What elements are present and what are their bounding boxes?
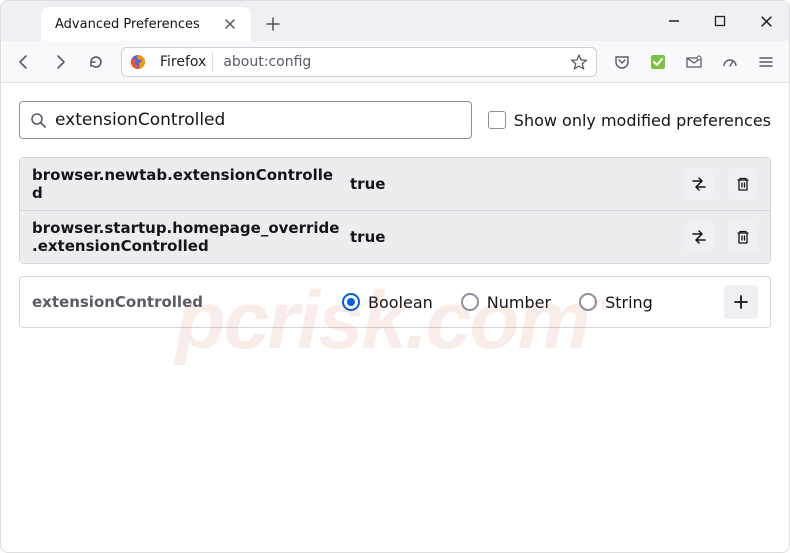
mail-icon[interactable]: [677, 47, 711, 77]
forward-button[interactable]: [43, 47, 77, 77]
radio-label: Number: [487, 293, 551, 312]
new-tab-button[interactable]: [257, 7, 289, 41]
dashboard-icon[interactable]: [713, 47, 747, 77]
window-close-button[interactable]: [743, 1, 789, 41]
radio-circle-icon: [579, 293, 597, 311]
pocket-icon[interactable]: [605, 47, 639, 77]
radio-number[interactable]: Number: [461, 293, 551, 312]
pref-value: true: [350, 228, 676, 246]
url-bar[interactable]: Firefox about:config: [121, 47, 597, 77]
toggle-button[interactable]: [684, 169, 714, 199]
tab-title: Advanced Preferences: [55, 17, 200, 32]
search-icon: [30, 112, 47, 129]
tab-active[interactable]: Advanced Preferences: [41, 7, 251, 41]
add-pref-button[interactable]: [724, 285, 758, 319]
search-value: extensionControlled: [55, 110, 225, 130]
bookmark-star-icon[interactable]: [570, 53, 588, 71]
url-identity: Firefox: [154, 52, 213, 72]
checkbox-box: [488, 111, 506, 129]
pref-row[interactable]: browser.startup.homepage_override.extens…: [20, 211, 770, 263]
window-minimize-button[interactable]: [651, 1, 697, 41]
delete-button[interactable]: [728, 169, 758, 199]
pref-table: browser.newtab.extensionControlled true …: [19, 157, 771, 264]
toggle-button[interactable]: [684, 222, 714, 252]
radio-label: Boolean: [368, 293, 433, 312]
radio-boolean[interactable]: Boolean: [342, 293, 433, 312]
firefox-icon: [130, 54, 146, 70]
pref-search-box[interactable]: extensionControlled: [19, 101, 472, 139]
delete-button[interactable]: [728, 222, 758, 252]
radio-label: String: [605, 293, 653, 312]
type-radio-group: Boolean Number String: [342, 293, 724, 312]
pref-value: true: [350, 175, 676, 193]
checkbox-label: Show only modified preferences: [514, 111, 771, 130]
pref-name: browser.newtab.extensionControlled: [32, 166, 342, 202]
toolbar: Firefox about:config: [1, 41, 789, 83]
radio-string[interactable]: String: [579, 293, 653, 312]
back-button[interactable]: [7, 47, 41, 77]
pref-row[interactable]: browser.newtab.extensionControlled true: [20, 158, 770, 211]
titlebar: Advanced Preferences: [1, 1, 789, 41]
radio-circle-icon: [461, 293, 479, 311]
radio-circle-icon: [342, 293, 360, 311]
show-modified-checkbox[interactable]: Show only modified preferences: [488, 111, 771, 130]
app-menu-button[interactable]: [749, 47, 783, 77]
reload-button[interactable]: [79, 47, 113, 77]
tab-close-button[interactable]: [221, 15, 239, 33]
extension-icon[interactable]: [641, 47, 675, 77]
url-text: about:config: [223, 54, 562, 70]
content: extensionControlled Show only modified p…: [1, 83, 789, 346]
window-maximize-button[interactable]: [697, 1, 743, 41]
pref-name: browser.startup.homepage_override.extens…: [32, 219, 342, 255]
new-pref-name: extensionControlled: [32, 293, 342, 311]
new-pref-row: extensionControlled Boolean Number Strin…: [19, 276, 771, 328]
